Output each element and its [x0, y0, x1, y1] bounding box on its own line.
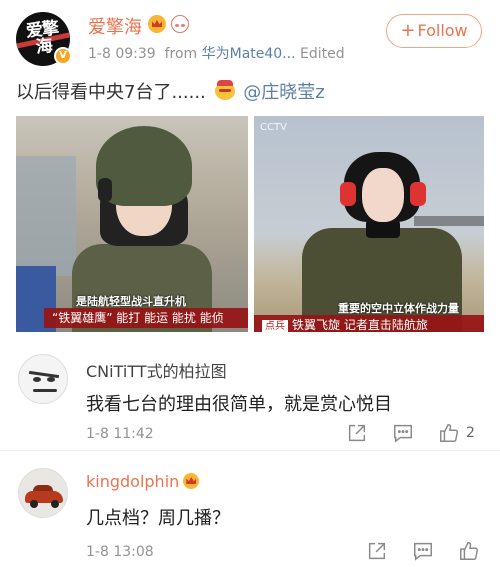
share-icon[interactable] — [346, 422, 370, 446]
edited-label[interactable]: Edited — [300, 46, 345, 62]
comment-item: CNiTiTT式的柏拉图 我看七台的理由很简单，就是赏心悦目 1-8 11:42… — [0, 340, 500, 450]
post-header: 爱擎海 V 爱擎海 1-8 09:39 from 华为Mate40... Edi… — [0, 0, 500, 70]
commenter-name-text: kingdolphin — [86, 472, 180, 491]
like-count: 2 — [466, 425, 475, 441]
post-device[interactable]: 华为Mate40... — [202, 46, 296, 62]
emoji-sticker-icon — [214, 80, 236, 102]
background-helicopter — [414, 216, 484, 226]
post-image-2[interactable]: CCTV 重要的空中立体作战力量 点兵 铁翼飞旋 记者直击陆航旅 — [254, 116, 484, 332]
earmuff-left — [340, 182, 356, 206]
headset — [98, 178, 112, 202]
image-2-subtitle-top: 重要的空中立体作战力量 — [338, 302, 459, 315]
commenter-name[interactable]: CNiTiTT式的柏拉图 — [86, 358, 227, 382]
author-name[interactable]: 爱擎海 — [88, 13, 142, 39]
post-image-1[interactable]: 是陆航轻型战斗直升机 “铁翼雄鹰” 能打 能运 能扰 能侦 — [16, 116, 248, 332]
crown-badge-icon — [183, 473, 200, 489]
post-meta: 1-8 09:39 from 华为Mate40... Edited — [88, 43, 345, 63]
mention-link[interactable]: @庄晓莹z — [243, 82, 324, 103]
follow-button[interactable]: + Follow — [386, 14, 482, 48]
comment-item: kingdolphin 几点档？周几播？ 1-8 13:08 — [0, 452, 500, 567]
comment-icon[interactable] — [412, 540, 436, 564]
helicopter-window — [16, 156, 76, 276]
image-1-subtitle-top: 是陆航轻型战斗直升机 — [76, 295, 186, 308]
plus-icon: + — [400, 20, 416, 41]
verified-badge-icon: V — [54, 47, 72, 65]
post-text: 以后得看中央7台了...... @庄晓莹z — [16, 78, 325, 104]
share-icon[interactable] — [366, 540, 390, 564]
commenter-name[interactable]: kingdolphin — [86, 472, 200, 491]
follow-label: Follow — [417, 21, 468, 40]
image-2-subtitle-chip: 点兵 — [262, 320, 288, 332]
post-date: 1-8 09:39 — [88, 46, 156, 62]
comment-icon[interactable] — [392, 422, 416, 446]
thumbs-up-icon[interactable] — [458, 540, 482, 564]
post-text-content: 以后得看中央7台了...... — [16, 82, 206, 103]
crown-badge-icon — [148, 15, 166, 33]
image-2-subtitle-text: 铁翼飞旋 记者直击陆航旅 — [292, 318, 428, 332]
comment-divider — [0, 450, 500, 451]
reporter-collar — [366, 220, 400, 238]
thumbs-up-icon[interactable] — [438, 422, 462, 446]
image-2-subtitle-band: 点兵 铁翼飞旋 记者直击陆航旅 — [254, 315, 484, 332]
reporter-face — [362, 168, 404, 222]
earmuff-right — [410, 182, 426, 206]
comment-text: 几点档？周几播？ — [86, 508, 230, 529]
cow-badge-icon — [171, 15, 189, 33]
channel-logo: CCTV — [260, 122, 287, 133]
image-1-subtitle-band: “铁翼雄鹰” 能打 能运 能扰 能侦 — [44, 308, 248, 328]
comment-text: 我看七台的理由很简单，就是赏心悦目 — [86, 394, 392, 415]
comment-time: 1-8 11:42 — [86, 426, 154, 442]
commenter-avatar[interactable] — [18, 354, 68, 404]
comment-time: 1-8 13:08 — [86, 544, 154, 560]
comment-actions — [366, 540, 486, 564]
commenter-avatar[interactable] — [18, 468, 68, 518]
post-from-label: from — [164, 46, 198, 62]
comment-actions: 2 — [346, 422, 486, 446]
